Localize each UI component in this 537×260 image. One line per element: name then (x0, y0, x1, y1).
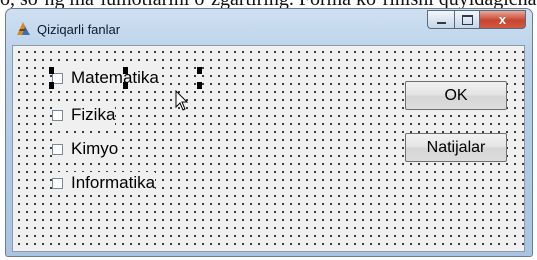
selection-handle-bottom-middle[interactable] (123, 82, 128, 89)
results-button[interactable]: Natijalar (405, 133, 507, 162)
close-icon: x (498, 12, 507, 27)
maximize-icon (461, 14, 473, 25)
close-button[interactable]: x (480, 10, 526, 29)
selection-handle-top-left[interactable] (49, 67, 54, 74)
maximize-button[interactable] (454, 10, 480, 29)
form-window: Qiziqarli fanlar x Matematika Fizika Kim… (5, 8, 533, 257)
checkbox-label: Kimyo (71, 139, 119, 158)
selection-handle-top-middle[interactable] (123, 67, 128, 74)
selection-handle-bottom-right[interactable] (197, 82, 202, 89)
minimize-icon (436, 22, 446, 24)
form-client-area[interactable]: Matematika Fizika Kimyo Informatika OK N… (12, 45, 525, 252)
selection-handle-top-right[interactable] (197, 67, 202, 74)
checkbox-informatika[interactable]: Informatika (52, 172, 156, 194)
checkbox-matematika[interactable]: Matematika (52, 67, 159, 89)
window-title: Qiziqarli fanlar (37, 22, 121, 37)
selection-handle-bottom-left[interactable] (49, 82, 54, 89)
checkbox-label: Matematika (71, 68, 159, 87)
ok-button[interactable]: OK (405, 81, 507, 110)
app-icon (14, 20, 32, 38)
checkbox-label: Fizika (71, 105, 116, 124)
checkbox-box[interactable] (52, 177, 63, 189)
checkbox-box[interactable] (52, 143, 63, 155)
mouse-pointer-icon (175, 89, 189, 117)
checkbox-box[interactable] (52, 109, 63, 121)
checkbox-kimyo[interactable]: Kimyo (52, 138, 119, 160)
checkbox-fizika[interactable]: Fizika (52, 104, 116, 126)
checkbox-label: Informatika (71, 173, 156, 192)
minimize-button[interactable] (427, 10, 454, 29)
title-bar[interactable]: Qiziqarli fanlar x (6, 9, 532, 41)
